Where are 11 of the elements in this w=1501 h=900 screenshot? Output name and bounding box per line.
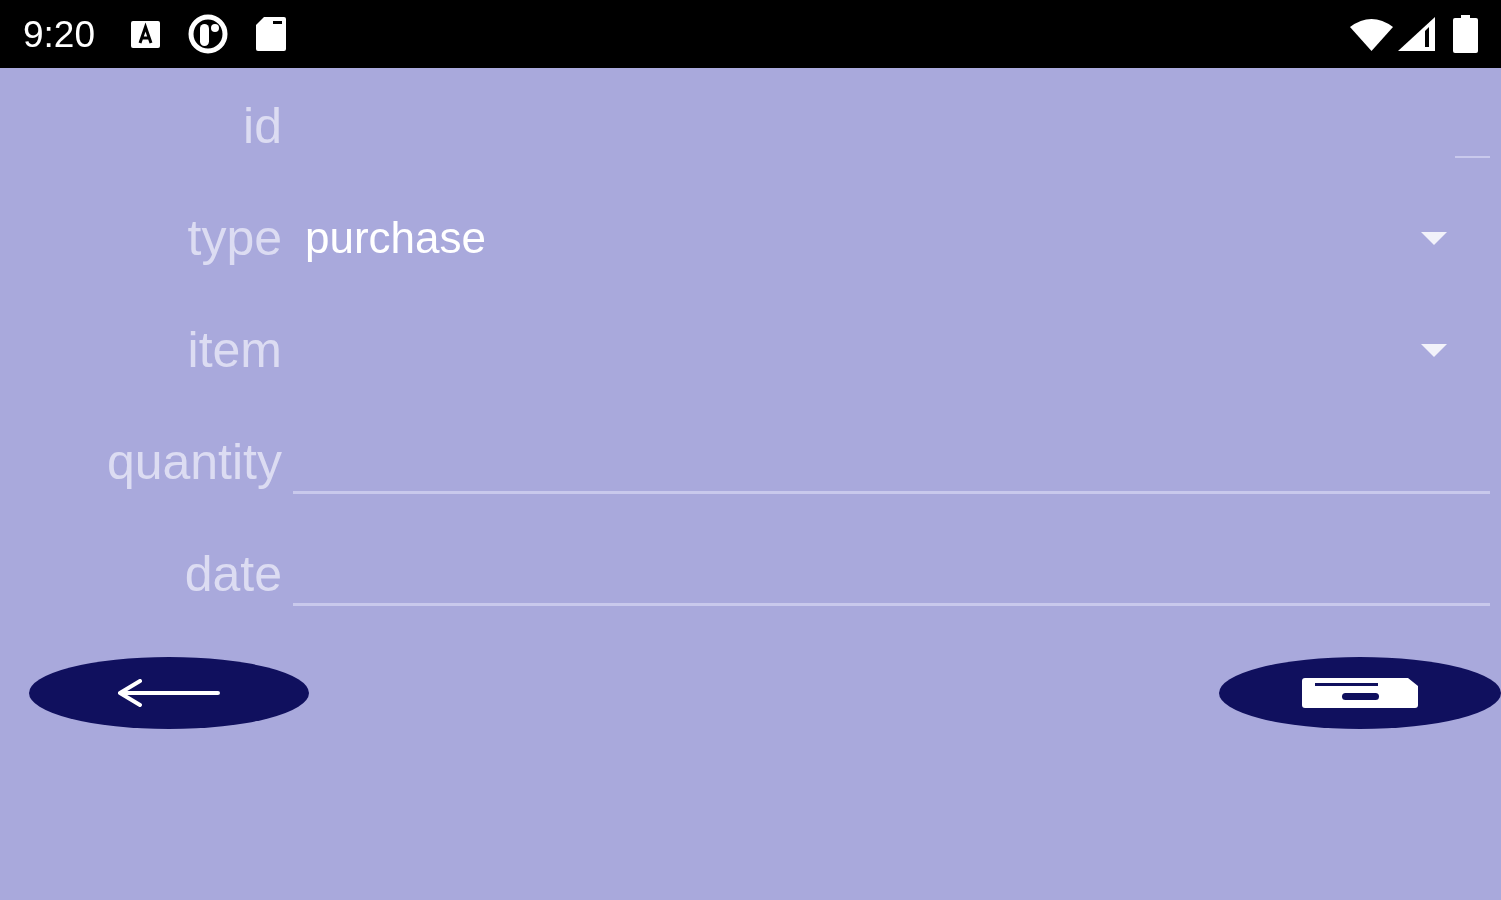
dropdown-arrow-icon (1421, 231, 1447, 245)
dropdown-arrow-icon (1421, 343, 1447, 357)
battery-icon (1453, 15, 1478, 53)
letter-a-notification-icon (131, 20, 160, 48)
clock-time: 9:20 (23, 15, 95, 53)
left-arrow-icon (118, 679, 220, 707)
dropdown-field[interactable]: purchase (293, 206, 1490, 270)
wifi-icon (1350, 17, 1393, 51)
circle-logo-icon (188, 14, 228, 54)
sd-card-icon (256, 17, 286, 51)
signal-icon (1398, 17, 1435, 51)
